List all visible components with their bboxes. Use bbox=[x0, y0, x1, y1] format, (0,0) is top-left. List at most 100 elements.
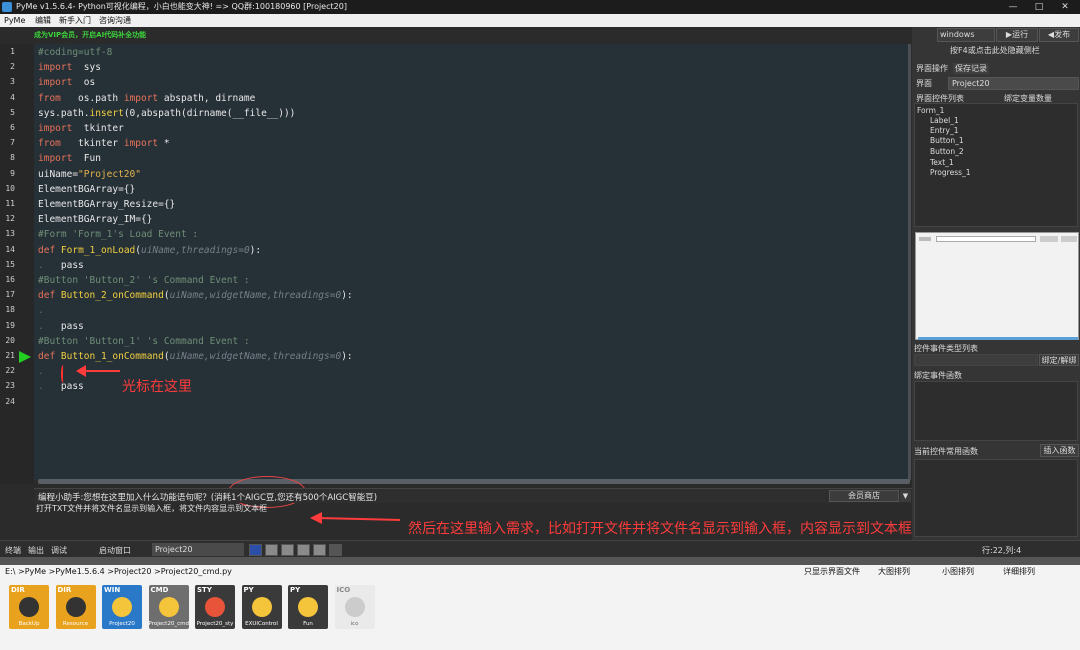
code-line[interactable]: . pass bbox=[38, 260, 84, 271]
file-item[interactable]: DIR Resource bbox=[55, 585, 96, 629]
assistant-request-input[interactable]: 打开TXT文件并将文件名显示到输入框，将文件内容显示到文本框 bbox=[36, 503, 906, 514]
annotation-cursor-here: 光标在这里 bbox=[122, 379, 192, 395]
code-line[interactable]: import tkinter bbox=[38, 123, 124, 134]
file-type-tag: WIN bbox=[104, 586, 121, 594]
code-line[interactable]: #Button 'Button_2' 's Command Event : bbox=[38, 275, 250, 286]
file-item[interactable]: WIN Project20 bbox=[102, 585, 142, 629]
controls-tree[interactable]: Form_1 Label_1 Entry_1 Button_1 Button_2… bbox=[914, 103, 1078, 227]
menu-consult[interactable]: 咨询沟通 bbox=[99, 14, 131, 27]
menu-getting-started[interactable]: 新手入门 bbox=[59, 14, 91, 27]
member-shop-button[interactable]: 会员商店 bbox=[829, 490, 899, 502]
code-line[interactable]: . pass bbox=[38, 381, 84, 392]
align-center-icon[interactable] bbox=[281, 544, 294, 556]
start-window-select[interactable]: Project20 bbox=[152, 543, 244, 556]
menu-edit[interactable]: 编辑 bbox=[35, 14, 51, 27]
splitter[interactable] bbox=[0, 557, 1080, 565]
large-icons-option[interactable]: 大图排列 bbox=[878, 565, 910, 579]
editor-horizontal-scrollbar[interactable] bbox=[38, 479, 910, 484]
start-window-label: 启动窗口 bbox=[99, 546, 131, 555]
tab-debug[interactable]: 调试 bbox=[51, 545, 67, 556]
align-right-icon[interactable] bbox=[297, 544, 310, 556]
tree-item-form[interactable]: Form_1 bbox=[917, 106, 944, 115]
tree-item-progress-1[interactable]: Progress_1 bbox=[930, 168, 971, 177]
current-path[interactable]: E:\ >PyMe >PyMe1.5.6.4 >Project20 >Proje… bbox=[5, 565, 232, 579]
code-line[interactable]: #Form 'Form_1's Load Event : bbox=[38, 229, 198, 240]
code-line[interactable]: def Button_2_onCommand(uiName,widgetName… bbox=[38, 290, 353, 301]
run-button[interactable]: ▶运行 bbox=[996, 28, 1038, 42]
editor-vertical-scrollbar[interactable] bbox=[908, 44, 911, 480]
bound-events-label: 绑定事件函数 bbox=[914, 371, 962, 380]
code-line[interactable]: . bbox=[38, 366, 44, 377]
code-line[interactable]: from os.path import abspath, dirname bbox=[38, 93, 255, 104]
file-item[interactable]: CMD Project20_cmd bbox=[148, 585, 189, 629]
maximize-icon[interactable]: □ bbox=[1026, 0, 1052, 14]
code-line[interactable]: import Fun bbox=[38, 153, 101, 164]
cursor-highlight-mark bbox=[61, 365, 67, 383]
code-line[interactable]: ElementBGArray_Resize={} bbox=[38, 199, 175, 210]
form-preview[interactable] bbox=[915, 232, 1079, 340]
platform-select[interactable]: windows bbox=[937, 28, 995, 42]
tree-item-text-1[interactable]: Text_1 bbox=[930, 158, 954, 167]
file-item[interactable]: STY Project20_sty bbox=[195, 585, 235, 629]
insert-function-button[interactable]: 插入函数 bbox=[1040, 444, 1079, 457]
line-number: 16 bbox=[5, 275, 15, 284]
tree-item-button-1[interactable]: Button_1 bbox=[930, 136, 964, 145]
only-ui-files-checkbox[interactable]: 只显示界面文件 bbox=[804, 565, 860, 579]
bound-events-list[interactable] bbox=[914, 381, 1078, 441]
assistant-dropdown-icon[interactable]: ▼ bbox=[900, 490, 911, 502]
code-line[interactable]: def Form_1_onLoad(uiName,threadings=0): bbox=[38, 245, 261, 256]
title-bar: PyMe v1.5.6.4- Python可视化编程，小白也能变大神! => Q… bbox=[0, 0, 1080, 14]
line-number: 18 bbox=[5, 305, 15, 315]
file-item[interactable]: PY EXUIControl bbox=[241, 585, 282, 629]
code-line[interactable]: from tkinter import * bbox=[38, 138, 170, 149]
publish-button[interactable]: ◀发布 bbox=[1039, 28, 1079, 42]
file-item[interactable]: DIR BackUp bbox=[9, 585, 49, 629]
event-type-select[interactable] bbox=[914, 354, 1038, 366]
ui-select[interactable]: Project20 bbox=[948, 77, 1079, 90]
file-name: EXUIControl bbox=[245, 621, 278, 627]
file-type-tag: PY bbox=[243, 586, 254, 594]
line-number: 14 bbox=[5, 244, 15, 254]
file-type-icon bbox=[112, 597, 132, 617]
common-funcs-list[interactable] bbox=[914, 459, 1078, 537]
play-icon[interactable] bbox=[249, 544, 262, 556]
format-icon[interactable] bbox=[313, 544, 326, 556]
vip-banner: 成为VIP会员，开启AI代码补全功能 bbox=[0, 27, 935, 44]
code-line[interactable]: ElementBGArray={} bbox=[38, 184, 135, 195]
code-line[interactable]: . bbox=[38, 305, 44, 316]
code-line[interactable]: #coding=utf-8 bbox=[38, 47, 112, 58]
code-line[interactable]: import sys bbox=[38, 62, 101, 73]
menu-pyme[interactable]: PyMe bbox=[4, 14, 25, 27]
file-item[interactable]: PY Fun bbox=[288, 585, 328, 629]
tab-output[interactable]: 输出 bbox=[28, 545, 44, 556]
file-item[interactable]: ICO ico bbox=[334, 585, 375, 629]
code-line[interactable]: sys.path.insert(0,abspath(dirname(__file… bbox=[38, 108, 295, 119]
details-option[interactable]: 详细排列 bbox=[1003, 565, 1035, 579]
code-line[interactable]: import os bbox=[38, 77, 95, 88]
line-number: 5 bbox=[10, 107, 15, 117]
code-line[interactable]: def Button_1_onCommand(uiName,widgetName… bbox=[38, 351, 353, 362]
tree-item-button-2[interactable]: Button_2 bbox=[930, 147, 964, 156]
common-funcs-label: 当前控件常用函数 bbox=[914, 447, 978, 456]
tab-save-records[interactable]: 保存记录 bbox=[953, 63, 989, 74]
code-line[interactable]: uiName="Project20" bbox=[38, 169, 141, 180]
tree-item-entry-1[interactable]: Entry_1 bbox=[930, 126, 958, 135]
line-number: 1 bbox=[10, 47, 15, 56]
file-type-tag: STY bbox=[197, 586, 212, 594]
file-name: ico bbox=[350, 621, 359, 627]
stop-icon[interactable] bbox=[329, 544, 342, 556]
code-line[interactable]: #Button 'Button_1' 's Command Event : bbox=[38, 336, 250, 347]
line-number: 4 bbox=[10, 92, 15, 102]
code-line[interactable]: . pass bbox=[38, 321, 84, 332]
close-icon[interactable]: ✕ bbox=[1052, 0, 1078, 14]
small-icons-option[interactable]: 小图排列 bbox=[942, 565, 974, 579]
tab-terminal[interactable]: 终端 bbox=[5, 545, 21, 556]
align-left-icon[interactable] bbox=[265, 544, 278, 556]
tree-item-label-1[interactable]: Label_1 bbox=[930, 116, 959, 125]
tab-ui-operations[interactable]: 界面操作 bbox=[916, 63, 948, 74]
bind-unbind-button[interactable]: 绑定/解绑 bbox=[1039, 354, 1079, 366]
hide-sidebar-hint[interactable]: 按F4或点击此处隐藏侧栏 bbox=[950, 45, 1040, 56]
vip-banner-text[interactable]: 成为VIP会员，开启AI代码补全功能 bbox=[34, 30, 146, 40]
code-line[interactable]: ElementBGArray_IM={} bbox=[38, 214, 152, 225]
minimize-icon[interactable]: — bbox=[1000, 0, 1026, 14]
